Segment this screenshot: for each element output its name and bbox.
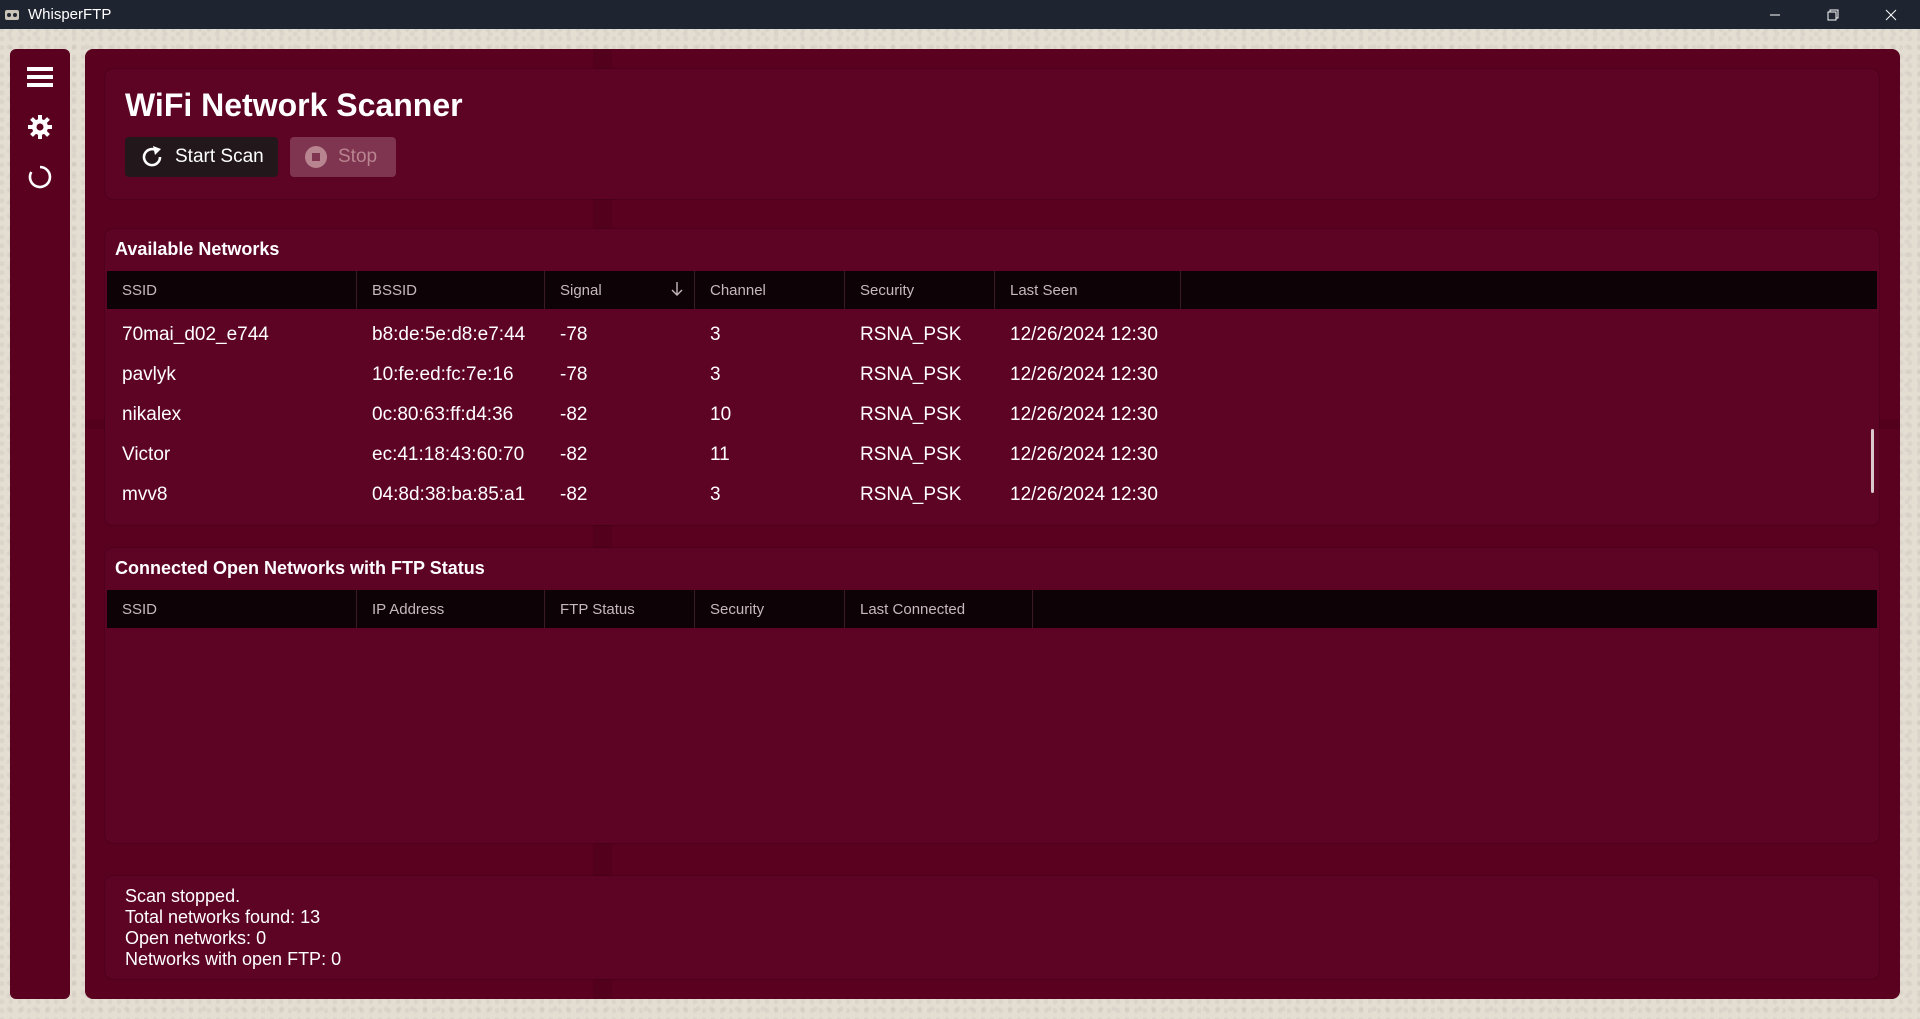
- cell-ssid: nikalex: [122, 404, 182, 425]
- minimize-icon[interactable]: [1746, 0, 1804, 29]
- open-ftp-networks-text: Networks with open FTP: 0: [125, 949, 342, 969]
- status-panel: Scan stopped. Total networks found: 13 O…: [105, 876, 1879, 979]
- table-row[interactable]: pavlyk 10:fe:ed:fc:7e:16 -78 3 RSNA_PSK …: [107, 355, 1877, 395]
- refresh-icon: [139, 144, 165, 170]
- restore-icon[interactable]: [1804, 0, 1862, 29]
- networks-table-body: 70mai_d02_e744 b8:de:5e:d8:e7:44 -78 3 R…: [107, 315, 1877, 515]
- available-networks-panel: Available Networks SSID BSSID Signal Cha…: [105, 229, 1879, 525]
- cell-channel: 3: [710, 364, 721, 385]
- column-header-signal[interactable]: Signal: [545, 271, 695, 309]
- open-networks-text: Open networks: 0: [125, 928, 267, 948]
- title-bar: WhisperFTP: [0, 0, 1920, 29]
- table-row[interactable]: Victor ec:41:18:43:60:70 -82 11 RSNA_PSK…: [107, 435, 1877, 475]
- page-title: WiFi Network Scanner: [125, 87, 463, 123]
- cell-security: RSNA_PSK: [860, 324, 962, 345]
- cell-bssid: b8:de:5e:d8:e7:44: [372, 324, 526, 345]
- ftp-networks-panel: Connected Open Networks with FTP Status …: [105, 548, 1879, 843]
- refresh-circle-icon[interactable]: [20, 157, 60, 197]
- header-panel: WiFi Network Scanner Start Scan Stop: [105, 69, 1879, 199]
- cell-bssid: ec:41:18:43:60:70: [372, 444, 525, 465]
- column-header-security[interactable]: Security: [845, 271, 995, 309]
- cell-ssid: Victor: [122, 444, 171, 465]
- cell-bssid: 10:fe:ed:fc:7e:16: [372, 364, 514, 385]
- ftp-networks-title: Connected Open Networks with FTP Status: [115, 558, 485, 578]
- gear-icon[interactable]: [20, 107, 60, 147]
- close-icon[interactable]: [1862, 0, 1920, 29]
- networks-table-header: SSID BSSID Signal Channel Security Last …: [107, 271, 1877, 309]
- cell-channel: 3: [710, 484, 721, 505]
- window-title: WhisperFTP: [28, 6, 112, 23]
- table-row[interactable]: mvv8 04:8d:38:ba:85:a1 -82 3 RSNA_PSK 12…: [107, 475, 1877, 515]
- column-header-ip-address[interactable]: IP Address: [357, 590, 545, 628]
- cell-channel: 11: [710, 444, 730, 465]
- hamburger-menu-icon[interactable]: [20, 57, 60, 97]
- column-header-bssid[interactable]: BSSID: [357, 271, 545, 309]
- cell-signal: -82: [560, 404, 588, 425]
- cell-signal: -78: [560, 324, 588, 345]
- column-header-ssid[interactable]: SSID: [107, 590, 357, 628]
- table-row[interactable]: 70mai_d02_e744 b8:de:5e:d8:e7:44 -78 3 R…: [107, 315, 1877, 355]
- start-scan-button[interactable]: Start Scan: [125, 137, 278, 177]
- cell-signal: -78: [560, 364, 588, 385]
- total-networks-text: Total networks found: 13: [125, 907, 321, 927]
- cell-channel: 3: [710, 324, 721, 345]
- cell-signal: -82: [560, 444, 588, 465]
- cell-ssid: 70mai_d02_e744: [122, 324, 269, 345]
- cell-last-seen: 12/26/2024 12:30: [1010, 444, 1158, 465]
- column-header-last-seen[interactable]: Last Seen: [995, 271, 1181, 309]
- sort-descending-icon: [670, 281, 684, 301]
- cell-bssid: 04:8d:38:ba:85:a1: [372, 484, 526, 505]
- app-logo-icon: [2, 5, 22, 25]
- cell-last-seen: 12/26/2024 12:30: [1010, 364, 1158, 385]
- cell-security: RSNA_PSK: [860, 444, 962, 465]
- cell-security: RSNA_PSK: [860, 404, 962, 425]
- column-header-ftp-status[interactable]: FTP Status: [545, 590, 695, 628]
- cell-last-seen: 12/26/2024 12:30: [1010, 484, 1158, 505]
- cell-signal: -82: [560, 484, 588, 505]
- main-content: WiFi Network Scanner Start Scan Stop Ava…: [85, 49, 1900, 999]
- cell-security: RSNA_PSK: [860, 484, 962, 505]
- stop-label: Stop: [338, 146, 378, 167]
- status-message: Scan stopped.: [125, 886, 241, 906]
- cell-bssid: 0c:80:63:ff:d4:36: [372, 404, 514, 425]
- available-networks-title: Available Networks: [115, 239, 280, 259]
- column-header-ssid[interactable]: SSID: [107, 271, 357, 309]
- column-header-security[interactable]: Security: [695, 590, 845, 628]
- cell-security: RSNA_PSK: [860, 364, 962, 385]
- cell-ssid: mvv8: [122, 484, 168, 505]
- sidebar: [10, 49, 70, 999]
- column-header-channel[interactable]: Channel: [695, 271, 845, 309]
- cell-ssid: pavlyk: [122, 364, 176, 385]
- stop-button[interactable]: Stop: [290, 137, 396, 177]
- table-row[interactable]: nikalex 0c:80:63:ff:d4:36 -82 10 RSNA_PS…: [107, 395, 1877, 435]
- cell-last-seen: 12/26/2024 12:30: [1010, 324, 1158, 345]
- cell-channel: 10: [710, 404, 732, 425]
- stop-icon: [304, 145, 328, 169]
- start-scan-label: Start Scan: [175, 146, 264, 167]
- networks-scrollbar[interactable]: [1871, 429, 1874, 493]
- column-header-last-connected[interactable]: Last Connected: [845, 590, 1033, 628]
- ftp-table-header: SSID IP Address FTP Status Security Last…: [107, 590, 1877, 628]
- cell-last-seen: 12/26/2024 12:30: [1010, 404, 1158, 425]
